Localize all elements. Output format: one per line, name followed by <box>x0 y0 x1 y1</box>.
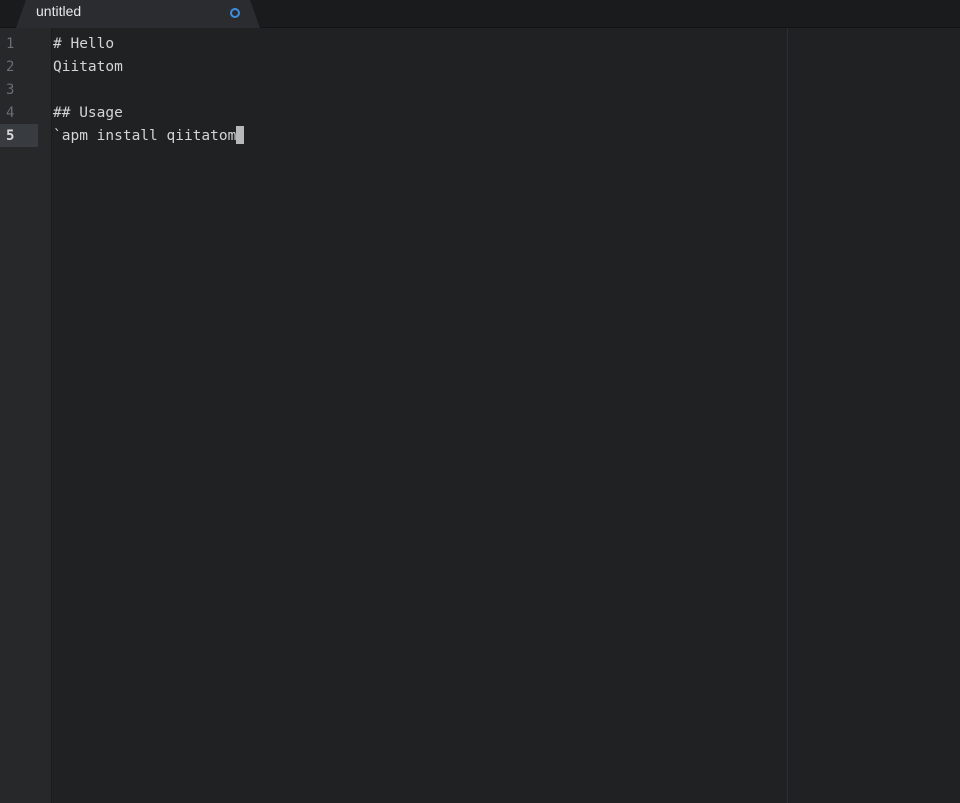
code-line[interactable]: Qiitatom <box>53 56 123 79</box>
wrap-guide <box>787 28 788 803</box>
code-line[interactable]: # Hello <box>53 33 114 56</box>
tab-bar: untitled <box>0 0 960 28</box>
code-line-text: `apm install qiitatom <box>53 128 237 144</box>
line-number: 4 <box>6 105 15 121</box>
line-number: 2 <box>6 59 15 75</box>
line-number-gutter: 1 2 3 4 5 <box>0 28 52 803</box>
code-line-current[interactable]: `apm install qiitatom <box>53 125 245 148</box>
modified-indicator-icon[interactable] <box>230 8 240 18</box>
text-cursor <box>236 126 245 144</box>
line-number: 3 <box>6 82 15 98</box>
tab-untitled[interactable]: untitled <box>16 0 260 28</box>
tab-title: untitled <box>36 3 82 19</box>
line-number-current: 5 <box>6 128 15 144</box>
line-number: 1 <box>6 36 15 52</box>
text-editor[interactable]: 1 2 3 4 5 # Hello Qiitatom ## Usage `apm… <box>0 28 960 803</box>
editor-window: untitled 1 2 3 4 5 # Hello Qiitatom ## U… <box>0 0 960 803</box>
code-line[interactable]: ## Usage <box>53 102 123 125</box>
